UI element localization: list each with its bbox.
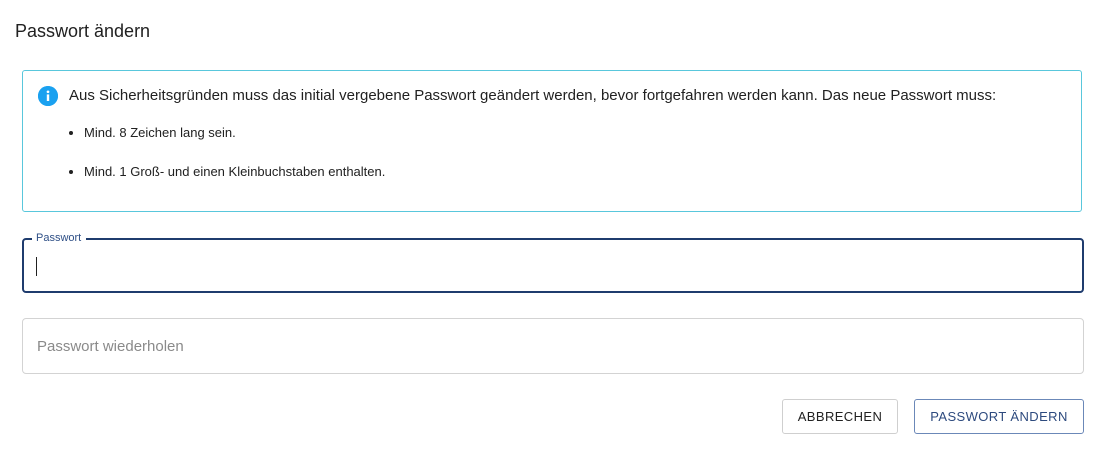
- password-requirements-info: Aus Sicherheitsgründen muss das initial …: [22, 70, 1082, 212]
- password-repeat-input[interactable]: [23, 319, 1083, 373]
- info-message: Aus Sicherheitsgründen muss das initial …: [69, 87, 997, 104]
- requirement-min-length: Mind. 8 Zeichen lang sein.: [84, 123, 385, 143]
- info-icon: [38, 86, 58, 106]
- cancel-button[interactable]: Abbrechen: [782, 399, 898, 434]
- requirements-list: Mind. 8 Zeichen lang sein. Mind. 1 Groß-…: [65, 123, 385, 201]
- requirement-case: Mind. 1 Groß- und einen Kleinbuchstaben …: [84, 162, 385, 182]
- dialog-title: Passwort ändern: [15, 21, 151, 41]
- password-input[interactable]: [24, 240, 1082, 291]
- change-password-button[interactable]: Passwort ändern: [914, 399, 1084, 434]
- password-repeat-field[interactable]: [22, 318, 1084, 374]
- password-field[interactable]: Passwort: [22, 231, 1084, 293]
